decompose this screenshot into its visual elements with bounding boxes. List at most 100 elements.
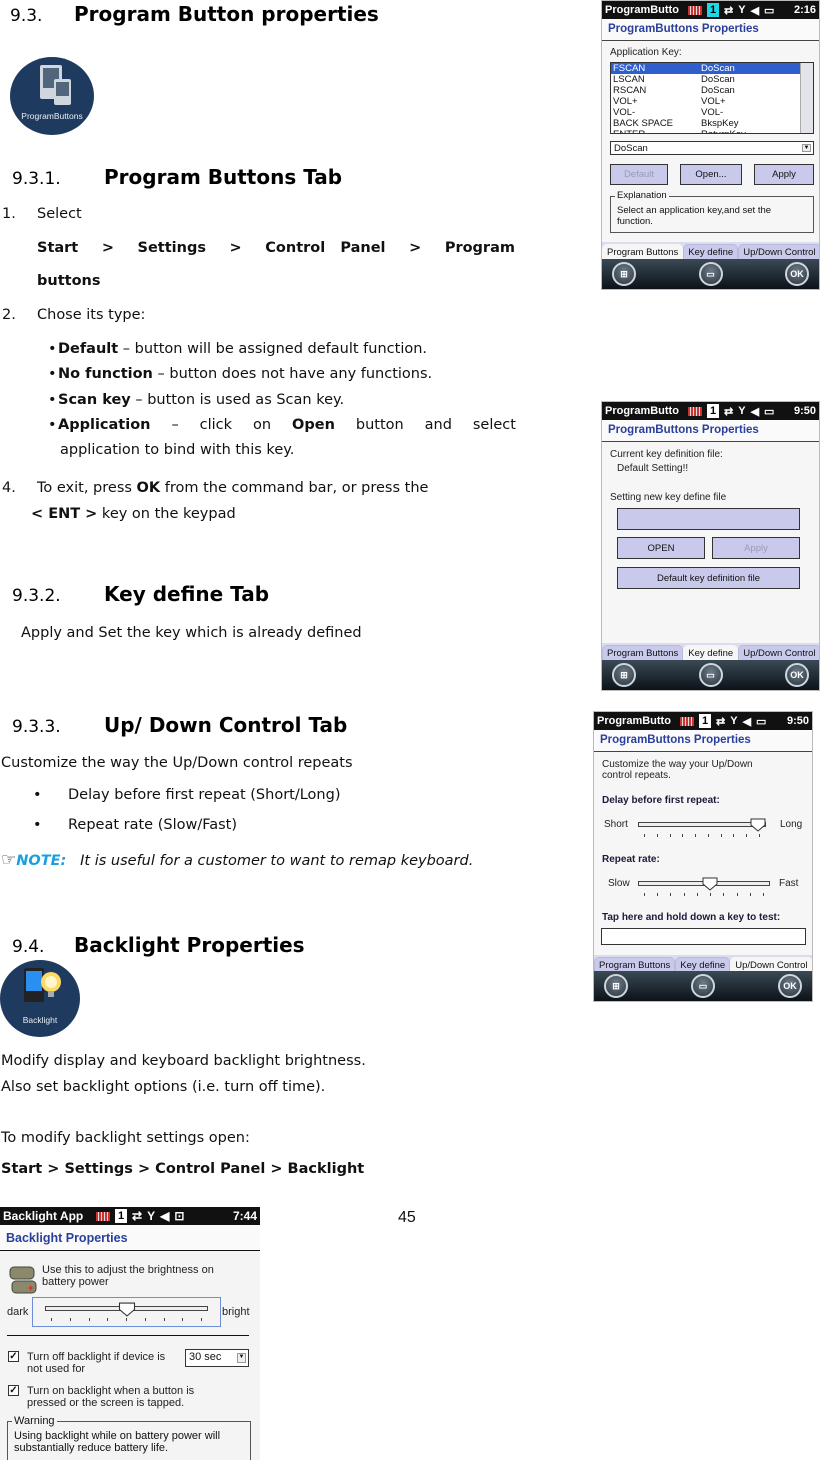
battery-icon: ▭: [764, 4, 775, 17]
ok-button[interactable]: OK: [785, 663, 809, 687]
new-file-label: Setting new key define file: [610, 492, 727, 503]
windows-start-button[interactable]: ⊞: [612, 663, 636, 687]
windows-start-button[interactable]: ⊞: [612, 262, 636, 286]
list-row[interactable]: FSCAN DoScan: [611, 63, 813, 74]
slider-thumb[interactable]: [750, 818, 766, 832]
clock: 2:16: [793, 4, 816, 16]
status-bar: ProgramButto 1 ⇄ Y ◀ ▭ 2:16: [602, 1, 819, 19]
open-button[interactable]: OPEN: [617, 537, 705, 559]
dropdown-arrow-icon: ▼: [237, 1353, 246, 1363]
current-file-value: Default Setting!!: [617, 463, 689, 474]
list-row[interactable]: LSCAN DoScan: [611, 74, 813, 85]
no-signal-icon: Y: [738, 4, 746, 16]
properties-title: ProgramButtons Properties: [602, 420, 819, 442]
status-bar: ProgramButto 1 ⇄ Y ◀ ▭ 9:50: [594, 712, 812, 730]
step-1-path-cont: buttons: [37, 273, 101, 289]
type-item-application: •Application – click on Open button and sele…: [48, 417, 516, 433]
volume-icon: ◀: [160, 1209, 170, 1223]
sim-indicator: 1: [699, 714, 711, 728]
properties-title: ProgramButtons Properties: [594, 730, 812, 752]
tab-key-define[interactable]: Key define: [683, 244, 739, 260]
screenshot-up-down-control-tab: ProgramButto 1 ⇄ Y ◀ ▭ 9:50 ProgramButto…: [593, 711, 813, 1002]
tab-bar: Program Buttons Key define Up/Down Contr…: [602, 242, 819, 260]
backlight-line-3: To modify backlight settings open:: [1, 1130, 250, 1146]
keyboard-button[interactable]: ▭: [698, 663, 723, 687]
list-row[interactable]: BACK SPACE BkspKey: [611, 118, 813, 129]
current-file-label: Current key definition file:: [610, 449, 723, 460]
open-button[interactable]: Open...: [680, 164, 742, 185]
dropdown-arrow-icon: ▼: [802, 144, 811, 152]
tab-program-buttons[interactable]: Program Buttons: [602, 645, 684, 661]
battery-brightness-text: Use this to adjust the brightness on bat…: [42, 1264, 214, 1288]
section-number: 9.3.1.: [12, 169, 61, 189]
explanation-box: Explanation Select an application key,an…: [610, 190, 814, 233]
brightness-slider[interactable]: [45, 1302, 208, 1324]
section-title: Backlight Properties: [74, 933, 305, 957]
apply-button[interactable]: Apply: [754, 164, 814, 185]
function-combo[interactable]: DoScan ▼: [610, 141, 814, 155]
default-button[interactable]: Default: [610, 164, 668, 185]
key-define-text: Apply and Set the key which is already d…: [21, 625, 362, 641]
delay-slider[interactable]: [638, 818, 766, 840]
divider: [7, 1335, 249, 1336]
section-9-3-1-heading: 9.3.1. Program Buttons Tab: [12, 165, 342, 189]
application-key-list[interactable]: FSCAN DoScan LSCAN DoScan RSCAN DoScan VOL+…: [610, 62, 814, 134]
tab-program-buttons[interactable]: Program Buttons: [602, 244, 684, 260]
status-bar: ProgramButto 1 ⇄ Y ◀ ▭ 9:50: [602, 402, 819, 420]
apply-button[interactable]: Apply: [712, 537, 800, 559]
command-bar: ⊞ ▭ OK: [594, 971, 812, 1001]
key-file-input[interactable]: [617, 508, 800, 530]
section-title: Program Buttons Tab: [104, 165, 343, 189]
rate-min-label: Slow: [608, 878, 630, 889]
tab-up-down-control[interactable]: Up/Down Control: [738, 244, 819, 260]
turn-on-checkbox[interactable]: ✓: [8, 1385, 19, 1396]
section-title: Key define Tab: [104, 582, 270, 606]
ok-button[interactable]: OK: [785, 262, 809, 286]
list-row[interactable]: VOL+ VOL+: [611, 96, 813, 107]
updown-bullet-rate: • Repeat rate (Slow/Fast): [33, 817, 238, 833]
list-row[interactable]: ENTERReturnKey: [611, 129, 813, 133]
volume-icon: ◀: [742, 715, 752, 728]
sync-icon: ⇄: [724, 405, 734, 418]
step-1: 1. Select: [2, 206, 82, 222]
rate-label: Repeat rate:: [602, 854, 660, 865]
ok-button[interactable]: OK: [778, 974, 802, 998]
no-signal-icon: Y: [147, 1209, 156, 1223]
type-item-application-cont: application to bind with this key.: [60, 442, 295, 458]
sim-indicator: 1: [707, 3, 719, 17]
type-item-scan-key: •Scan key – button is used as Scan key.: [48, 392, 345, 408]
timeout-select[interactable]: 30 sec ▼: [185, 1349, 249, 1367]
slider-thumb[interactable]: [702, 877, 718, 891]
keyboard-button[interactable]: ▭: [691, 974, 715, 998]
keyboard-status-icon: [688, 406, 702, 416]
sync-icon: ⇄: [132, 1209, 143, 1223]
slider-max-label: bright: [222, 1306, 250, 1318]
list-row[interactable]: VOL- VOL-: [611, 107, 813, 118]
clock: 7:44: [232, 1209, 257, 1223]
slider-thumb[interactable]: [117, 1302, 137, 1317]
keyboard-status-icon: [680, 716, 694, 726]
test-input[interactable]: [601, 928, 806, 945]
rate-slider[interactable]: [638, 877, 770, 899]
keyboard-button[interactable]: ▭: [698, 262, 723, 286]
windows-start-button[interactable]: ⊞: [604, 974, 628, 998]
svg-text:+: +: [28, 1283, 33, 1293]
no-signal-icon: Y: [730, 715, 738, 727]
turn-off-checkbox[interactable]: ✓: [8, 1351, 19, 1362]
updown-text: Customize the way the Up/Down control re…: [1, 755, 353, 771]
pointing-hand-icon: ☞: [1, 850, 17, 870]
app-icon-label: Backlight: [22, 1015, 58, 1025]
screenshot-backlight: Backlight App 1 ⇄ Y ◀ ⊡ 7:44 Backlight P…: [0, 1207, 260, 1460]
tab-key-define[interactable]: Key define: [683, 645, 739, 661]
default-key-file-button[interactable]: Default key definition file: [617, 567, 800, 589]
step-1-path: Start > Settings > Control Panel > Progr…: [37, 240, 515, 256]
tab-up-down-control[interactable]: Up/Down Control: [738, 645, 819, 661]
list-row[interactable]: RSCAN DoScan: [611, 85, 813, 96]
backlight-icon: [24, 968, 61, 1002]
volume-icon: ◀: [750, 405, 760, 418]
keyboard-status-icon: [96, 1211, 110, 1221]
clock: 9:50: [786, 715, 809, 727]
app-icon-label: ProgramButtons: [21, 111, 83, 121]
screenshot-program-buttons-tab: ProgramButto 1 ⇄ Y ◀ ▭ 2:16 ProgramButto…: [601, 0, 820, 290]
list-scrollbar[interactable]: [800, 63, 813, 133]
